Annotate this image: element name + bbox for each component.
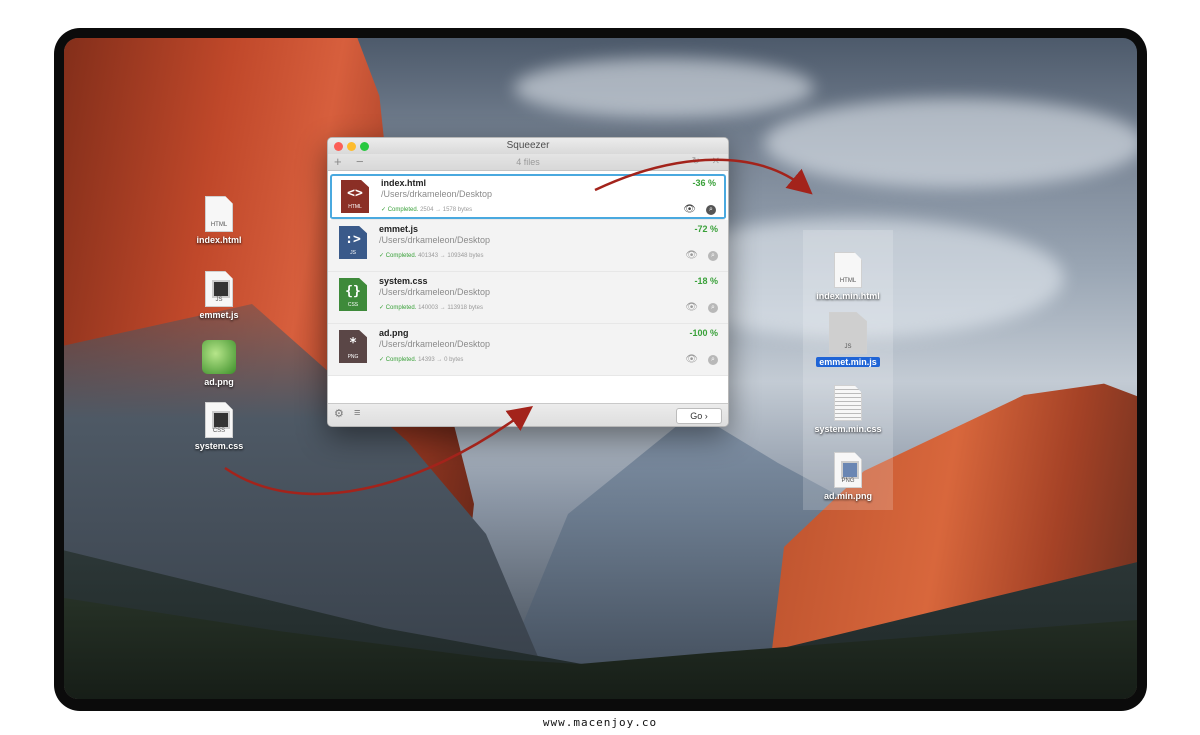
flow-arrows — [224, 158, 813, 496]
arrow-to-output — [594, 158, 813, 195]
watermark: www.macenjoy.co — [542, 716, 658, 729]
arrow-to-window — [224, 406, 534, 496]
